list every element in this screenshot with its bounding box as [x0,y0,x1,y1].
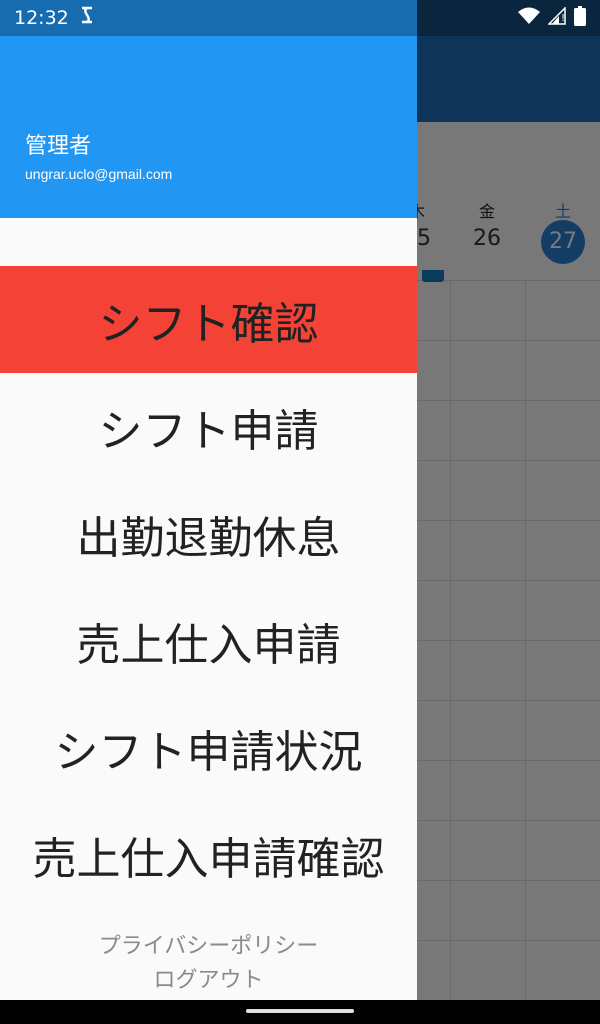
menu-item-shift-request[interactable]: シフト申請 [0,373,417,480]
menu-item-attendance[interactable]: 出勤退勤休息 [0,480,417,587]
privacy-policy-link[interactable]: プライバシーポリシー [0,930,417,964]
menu-item-sales-purchase-confirm[interactable]: 売上仕入申請確認 [0,801,417,908]
account-email: ungrar.uclo@gmail.com [25,166,173,182]
account-name: 管理者 [25,134,92,159]
menu-item-shift-request-status[interactable]: シフト申請状況 [0,694,417,801]
menu-item-sales-purchase-request[interactable]: 売上仕入申請 [0,587,417,694]
menu-item-shift-check[interactable]: シフト確認 [0,266,417,373]
navigation-drawer: 管理者 ungrar.uclo@gmail.com シフト確認 シフト申請 出勤… [0,0,417,1000]
home-gesture-handle[interactable] [246,1009,354,1013]
battery-icon [574,6,586,30]
notification-icon [79,5,95,30]
status-bar: 12:32 ! [0,0,600,36]
drawer-footer: プライバシーポリシー ログアウト [0,930,417,998]
status-time: 12:32 [14,6,69,29]
wifi-icon [518,7,540,29]
svg-text:!: ! [561,13,565,24]
signal-icon: ! [547,6,566,29]
drawer-menu: シフト確認 シフト申請 出勤退勤休息 売上仕入申請 シフト申請状況 売上仕入申請… [0,266,417,908]
system-nav-bar [0,1000,600,1024]
logout-link[interactable]: ログアウト [0,964,417,998]
